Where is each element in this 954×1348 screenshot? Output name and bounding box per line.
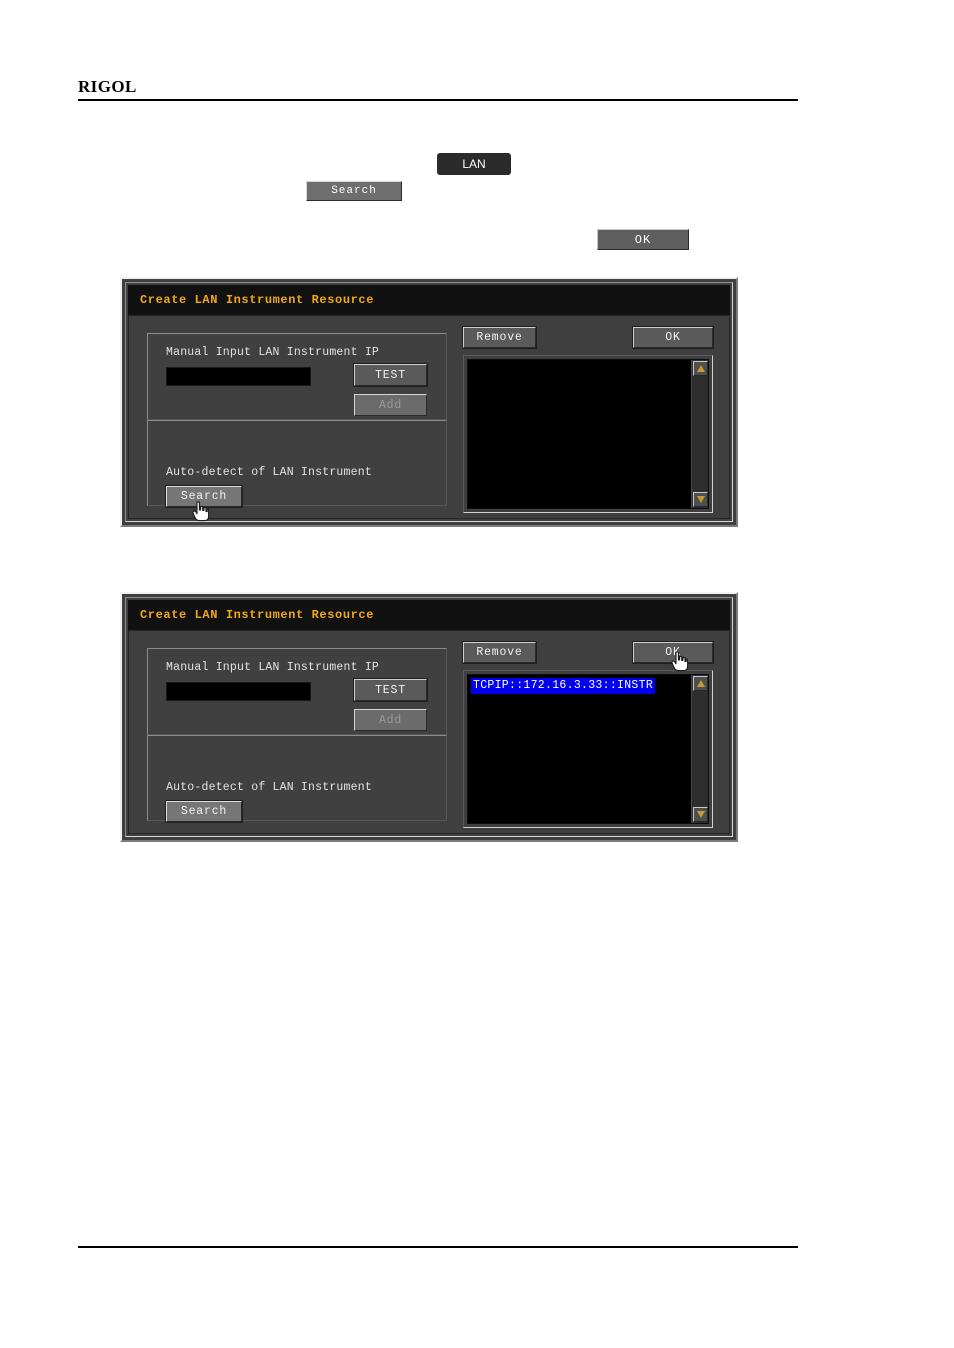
dialog-titlebar-2: Create LAN Instrument Resource — [128, 600, 730, 630]
right-button-row-2: Remove OK — [462, 641, 714, 664]
search-button-2[interactable]: Search — [165, 799, 243, 823]
create-lan-instrument-resource-dialog-1[interactable]: Create LAN Instrument Resource Manual In… — [120, 277, 738, 527]
ok-button-2[interactable]: OK — [632, 641, 714, 664]
remove-button-1[interactable]: Remove — [462, 326, 537, 349]
auto-detect-group-1: Auto-detect of LAN Instrument Search — [147, 419, 447, 522]
page-header: RIGOL — [78, 78, 798, 101]
add-button-2[interactable]: Add — [354, 709, 427, 731]
resource-listbox-frame-1 — [463, 355, 713, 513]
manual-input-group-2: Manual Input LAN Instrument IP TEST Add — [147, 648, 447, 735]
dialog-content-2: Manual Input LAN Instrument IP TEST Add … — [129, 631, 729, 833]
right-column-2: Remove OK TCPIP::172.16.3.33::INSTR — [462, 641, 714, 828]
auto-detect-label-2: Auto-detect of LAN Instrument — [166, 780, 372, 794]
lan-softkey-chip[interactable]: LAN — [437, 153, 511, 175]
manual-input-label-1: Manual Input LAN Instrument IP — [166, 346, 380, 359]
dialog-title-2: Create LAN Instrument Resource — [140, 608, 375, 622]
dialog-body-2: Manual Input LAN Instrument IP TEST Add … — [128, 630, 730, 834]
dialog-titlebar-1: Create LAN Instrument Resource — [128, 285, 730, 315]
manual-input-group-1: Manual Input LAN Instrument IP TEST Add — [147, 333, 447, 420]
test-button-1[interactable]: TEST — [353, 363, 428, 387]
auto-detect-group-2: Auto-detect of LAN Instrument Search — [147, 734, 447, 823]
footer-divider — [78, 1246, 798, 1248]
resource-listbox-1[interactable] — [467, 359, 709, 509]
right-button-row-1: Remove OK — [462, 326, 714, 349]
search-button-1[interactable]: Search — [165, 484, 243, 508]
scroll-up-arrow-icon-2[interactable] — [693, 676, 708, 691]
manual-input-label-2: Manual Input LAN Instrument IP — [166, 661, 380, 674]
listbox-scrollbar-1[interactable] — [691, 360, 708, 508]
dialog-body-1: Manual Input LAN Instrument IP TEST Add … — [128, 315, 730, 522]
dialog-content-1: Manual Input LAN Instrument IP TEST Add … — [129, 316, 729, 522]
dialog-title-1: Create LAN Instrument Resource — [140, 293, 375, 307]
dialog-inner-bevel-1: Create LAN Instrument Resource Manual In… — [125, 282, 733, 522]
rigol-logo: RIGOL — [78, 77, 137, 96]
dialog-inner-bevel-2: Create LAN Instrument Resource Manual In… — [125, 597, 733, 837]
search-button-chip[interactable]: Search — [306, 181, 402, 201]
remove-button-2[interactable]: Remove — [462, 641, 537, 664]
right-column-1: Remove OK — [462, 326, 714, 513]
create-lan-instrument-resource-dialog-2[interactable]: Create LAN Instrument Resource Manual In… — [120, 592, 738, 842]
ok-button-chip[interactable]: OK — [597, 229, 689, 250]
left-column-1: Manual Input LAN Instrument IP TEST Add … — [147, 333, 447, 522]
auto-detect-label-1: Auto-detect of LAN Instrument — [166, 465, 372, 479]
scroll-down-arrow-icon-2[interactable] — [693, 807, 708, 822]
ok-button-1[interactable]: OK — [632, 326, 714, 349]
manual-ip-input-2[interactable] — [166, 682, 311, 701]
listbox-scrollbar-2[interactable] — [691, 675, 708, 823]
resource-listbox-2[interactable]: TCPIP::172.16.3.33::INSTR — [467, 674, 709, 824]
header-divider — [78, 99, 798, 101]
resource-listbox-frame-2: TCPIP::172.16.3.33::INSTR — [463, 670, 713, 828]
left-column-2: Manual Input LAN Instrument IP TEST Add … — [147, 648, 447, 823]
test-button-2[interactable]: TEST — [353, 678, 428, 702]
list-item[interactable]: TCPIP::172.16.3.33::INSTR — [471, 678, 656, 694]
manual-ip-input-1[interactable] — [166, 367, 311, 386]
add-button-1[interactable]: Add — [354, 394, 427, 416]
scroll-down-arrow-icon-1[interactable] — [693, 492, 708, 507]
scroll-up-arrow-icon-1[interactable] — [693, 361, 708, 376]
